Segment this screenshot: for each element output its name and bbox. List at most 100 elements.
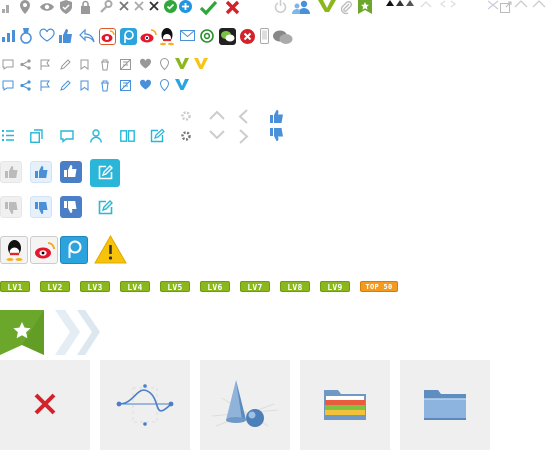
weibo-icon[interactable] bbox=[99, 28, 116, 45]
edit-icon[interactable] bbox=[150, 128, 165, 143]
gear-icon[interactable] bbox=[180, 110, 192, 122]
flag-icon[interactable] bbox=[40, 80, 51, 91]
chevron-up-icon[interactable] bbox=[209, 110, 225, 120]
close-icon[interactable] bbox=[486, 0, 500, 10]
edit-button-active[interactable] bbox=[90, 159, 120, 187]
dislike-button-disabled[interactable] bbox=[0, 196, 22, 218]
check-circle-icon[interactable] bbox=[164, 0, 177, 13]
chevron-up-icon[interactable] bbox=[514, 0, 528, 8]
share-icon[interactable] bbox=[20, 80, 31, 91]
shield-check-icon[interactable] bbox=[60, 0, 72, 14]
location-icon[interactable] bbox=[159, 57, 170, 71]
bookmark-icon[interactable] bbox=[80, 59, 89, 70]
comment-icon[interactable] bbox=[2, 59, 14, 70]
check-icon[interactable] bbox=[199, 0, 218, 16]
pencil-icon[interactable] bbox=[60, 80, 71, 91]
chevron-up-icon[interactable] bbox=[420, 0, 432, 8]
comment-icon[interactable] bbox=[60, 130, 74, 143]
qq-icon[interactable] bbox=[160, 28, 174, 46]
like-button[interactable] bbox=[30, 161, 52, 183]
location-icon[interactable] bbox=[159, 78, 170, 92]
plus-circle-icon[interactable] bbox=[179, 0, 192, 13]
edit-icon[interactable] bbox=[98, 200, 113, 215]
medal-icon[interactable] bbox=[20, 28, 32, 44]
chat-icon[interactable] bbox=[273, 30, 293, 45]
eye-icon[interactable] bbox=[40, 2, 54, 12]
p-icon[interactable] bbox=[120, 28, 137, 45]
thumbs-down-icon[interactable] bbox=[270, 128, 284, 141]
wrench-icon[interactable] bbox=[100, 0, 113, 13]
heart-icon[interactable] bbox=[139, 58, 152, 69]
folder-colorful-icon bbox=[324, 390, 366, 420]
tile-folder-colorful[interactable] bbox=[300, 360, 390, 450]
arrow-chevron-shape-icon bbox=[55, 310, 100, 355]
level-badge: LV6 bbox=[200, 281, 230, 292]
reply-icon[interactable] bbox=[79, 28, 95, 43]
thumbs-up-icon[interactable] bbox=[59, 29, 73, 43]
paperclip-icon[interactable] bbox=[339, 0, 353, 15]
like-button-active[interactable] bbox=[60, 161, 82, 183]
bar-chart-icon[interactable] bbox=[2, 30, 15, 42]
star-bookmark-icon[interactable] bbox=[358, 0, 372, 14]
close-icon[interactable] bbox=[33, 392, 57, 416]
lock-icon[interactable] bbox=[80, 0, 91, 14]
thumbs-up-icon[interactable] bbox=[270, 110, 284, 123]
action-icon-rows bbox=[0, 57, 220, 94]
chevron-right-icon[interactable] bbox=[239, 129, 249, 144]
chevron-down-icon[interactable] bbox=[209, 130, 225, 140]
flag-icon[interactable] bbox=[40, 59, 51, 70]
tile-3d-shapes[interactable] bbox=[200, 360, 290, 450]
dislike-button-active[interactable] bbox=[60, 196, 82, 218]
bezier-curve-icon bbox=[116, 384, 174, 426]
block-icon[interactable] bbox=[120, 59, 131, 70]
trash-icon[interactable] bbox=[100, 80, 110, 92]
like-button-disabled[interactable] bbox=[0, 161, 22, 183]
bar-stub-icon bbox=[2, 5, 9, 13]
level-badge: LV3 bbox=[80, 281, 110, 292]
share-icon[interactable] bbox=[20, 59, 31, 70]
user-icon[interactable] bbox=[90, 129, 102, 143]
level-badge: LV9 bbox=[320, 281, 350, 292]
columns-icon[interactable] bbox=[120, 130, 135, 142]
verified-blue-icon bbox=[175, 79, 189, 90]
location-pin-icon[interactable] bbox=[19, 0, 31, 14]
dislike-button[interactable] bbox=[30, 196, 52, 218]
copy-icon[interactable] bbox=[30, 129, 43, 143]
level-badge: LV8 bbox=[280, 281, 310, 292]
phone-icon[interactable] bbox=[260, 28, 269, 44]
at-icon[interactable] bbox=[200, 29, 214, 43]
shapes-3d-icon bbox=[211, 380, 279, 427]
close-icon[interactable] bbox=[134, 1, 144, 11]
power-icon[interactable] bbox=[274, 0, 287, 14]
close-icon[interactable] bbox=[119, 1, 129, 11]
chevron-up-icon[interactable] bbox=[532, 0, 546, 8]
pencil-icon[interactable] bbox=[60, 59, 71, 70]
star-bookmark-icon[interactable] bbox=[0, 310, 44, 355]
triangle-cluster-icon bbox=[386, 0, 414, 6]
close-circle-icon[interactable] bbox=[240, 29, 255, 44]
mail-icon[interactable] bbox=[180, 30, 195, 41]
tile-close[interactable] bbox=[0, 360, 90, 450]
close-icon[interactable] bbox=[149, 1, 159, 11]
block-icon[interactable] bbox=[120, 80, 131, 91]
heart-icon[interactable] bbox=[39, 28, 55, 42]
gear-icon[interactable] bbox=[180, 130, 192, 142]
chevron-icon[interactable] bbox=[440, 0, 456, 8]
weibo-login-button[interactable] bbox=[30, 236, 58, 264]
heart-icon[interactable] bbox=[139, 79, 152, 90]
list-icon[interactable] bbox=[2, 130, 14, 141]
tile-folder-blue[interactable] bbox=[400, 360, 490, 450]
users-icon[interactable] bbox=[292, 0, 312, 15]
close-icon[interactable] bbox=[225, 0, 240, 15]
p-login-button[interactable] bbox=[60, 236, 88, 264]
wechat-icon[interactable] bbox=[219, 28, 236, 45]
tile-bezier[interactable] bbox=[100, 360, 190, 450]
external-window-icon[interactable] bbox=[500, 1, 512, 13]
bookmark-icon[interactable] bbox=[80, 80, 89, 91]
qq-login-button[interactable] bbox=[0, 236, 28, 264]
trash-icon[interactable] bbox=[100, 59, 110, 71]
chevron-left-icon[interactable] bbox=[238, 109, 248, 124]
weibo-icon[interactable] bbox=[140, 29, 157, 43]
comment-icon[interactable] bbox=[2, 80, 14, 91]
level-badge: LV2 bbox=[40, 281, 70, 292]
